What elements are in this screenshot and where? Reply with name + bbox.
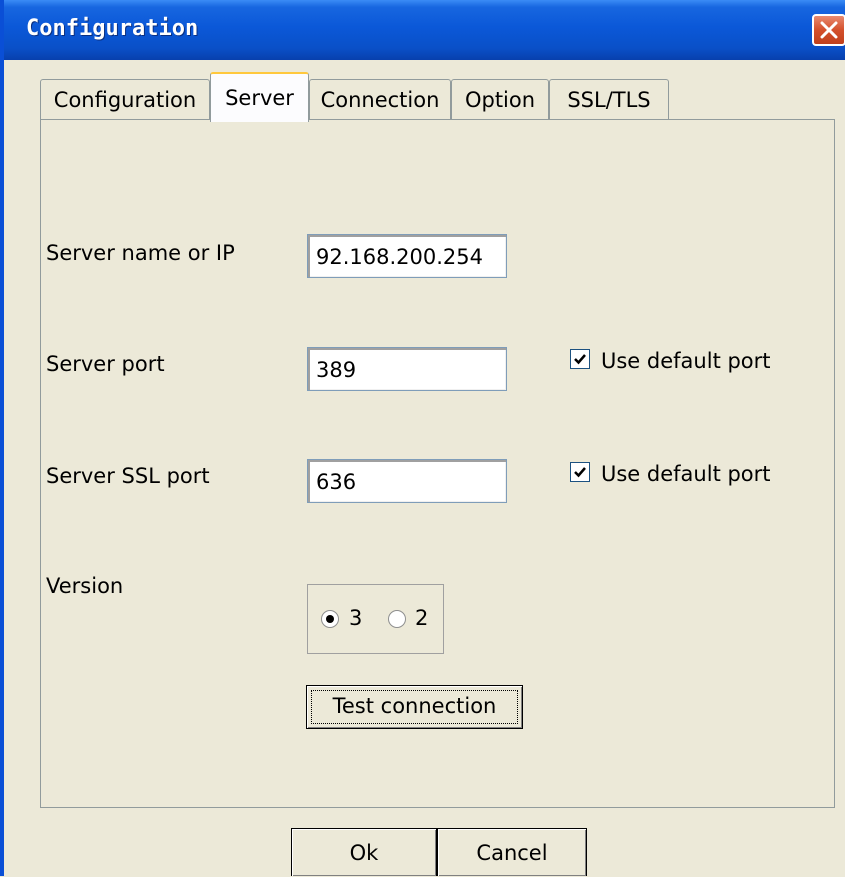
version-label: Version	[46, 574, 124, 598]
server-ssl-port-label: Server SSL port	[46, 464, 210, 488]
server-name-input[interactable]: 92.168.200.254	[307, 234, 507, 278]
checkmark-icon	[574, 467, 586, 478]
close-x-icon	[820, 21, 838, 39]
ok-button[interactable]: Ok	[291, 828, 437, 876]
close-button[interactable]	[812, 14, 845, 46]
server-port-default-label[interactable]: Use default port	[601, 349, 771, 373]
server-port-default-checkbox[interactable]	[570, 349, 590, 369]
version-3-radio[interactable]	[321, 610, 339, 628]
server-name-label: Server name or IP	[46, 241, 235, 265]
checkmark-icon	[574, 354, 586, 365]
server-ssl-port-default-checkbox[interactable]	[570, 462, 590, 482]
tab-server[interactable]: Server	[210, 72, 309, 122]
window-title: Configuration	[26, 16, 199, 41]
test-connection-button[interactable]: Test connection	[306, 685, 523, 729]
tab-option[interactable]: Option	[451, 79, 549, 119]
version-3-label[interactable]: 3	[349, 606, 362, 630]
tab-connection[interactable]: Connection	[309, 79, 451, 119]
server-ssl-port-default-label[interactable]: Use default port	[601, 462, 771, 486]
version-2-label[interactable]: 2	[415, 606, 428, 630]
radio-selected-dot	[326, 615, 334, 623]
server-port-input[interactable]: 389	[307, 347, 507, 391]
tab-configuration[interactable]: Configuration	[40, 79, 210, 119]
focus-rectangle	[311, 690, 518, 724]
version-2-radio[interactable]	[388, 610, 406, 628]
server-port-label: Server port	[46, 352, 165, 376]
server-ssl-port-input[interactable]: 636	[307, 459, 507, 503]
cancel-button[interactable]: Cancel	[437, 828, 587, 876]
tab-ssl-tls[interactable]: SSL/TLS	[549, 79, 669, 119]
title-bar[interactable]: Configuration	[4, 0, 845, 60]
configuration-dialog: Configuration Configuration Server Conne…	[0, 0, 845, 876]
